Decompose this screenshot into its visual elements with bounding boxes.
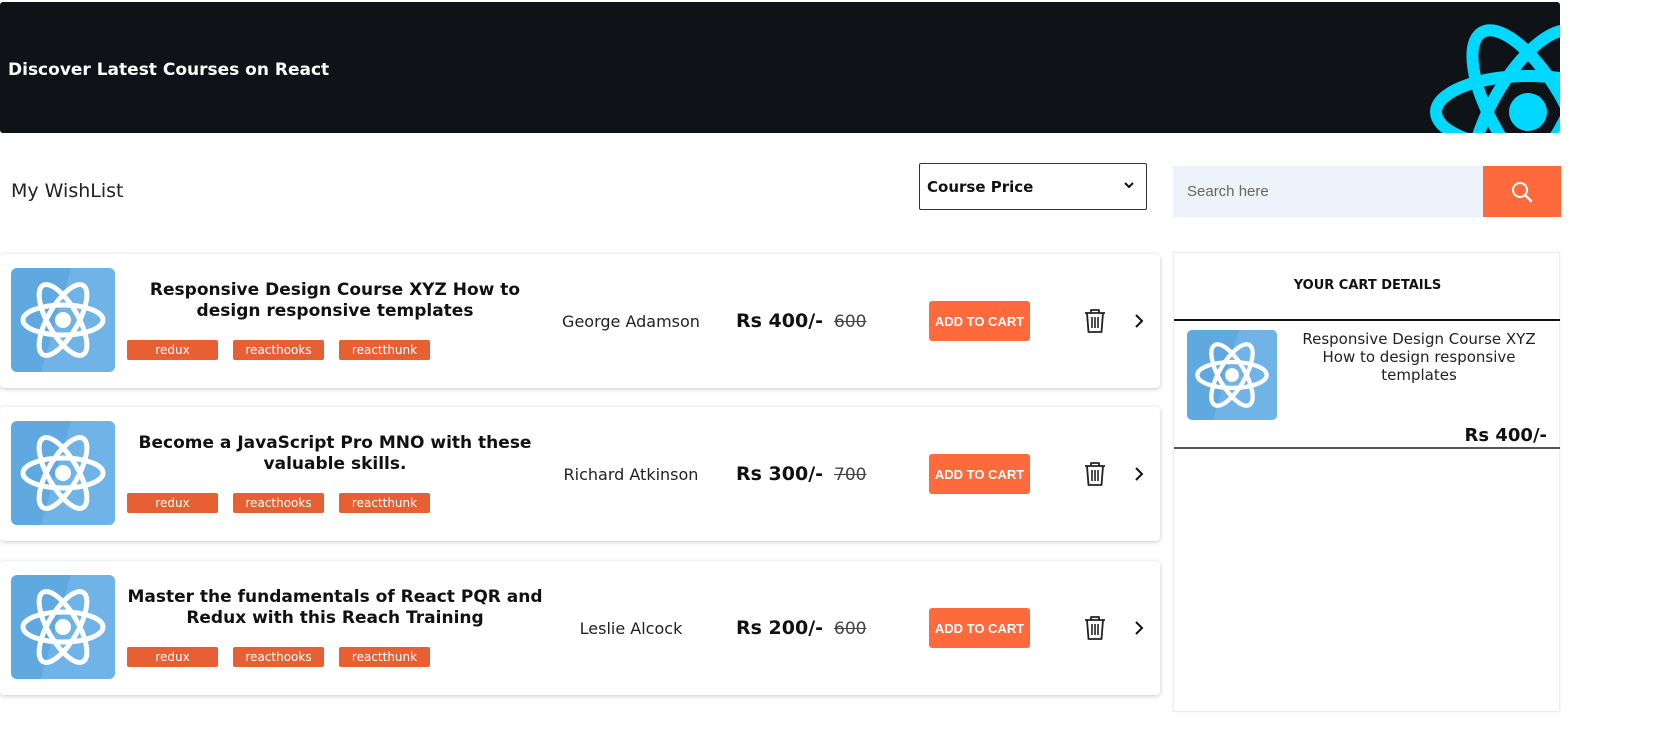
tag[interactable]: redux xyxy=(127,647,218,667)
cart-item-price: Rs 400/- xyxy=(1464,425,1547,446)
course-tags: redux reacthooks reactthunk xyxy=(127,493,430,513)
trash-icon[interactable] xyxy=(1083,308,1107,334)
course-author: Richard Atkinson xyxy=(563,465,699,484)
course-price: Rs 400/- xyxy=(736,310,824,332)
tag[interactable]: reactthunk xyxy=(339,340,430,360)
chevron-down-icon xyxy=(1124,182,1134,189)
course-old-price: 700 xyxy=(834,465,867,485)
course-thumbnail xyxy=(11,268,115,372)
course-title: Responsive Design Course XYZ How to desi… xyxy=(149,280,521,321)
tag[interactable]: redux xyxy=(127,493,218,513)
sort-select[interactable]: Course Price xyxy=(919,163,1147,210)
tag[interactable]: reactthunk xyxy=(339,647,430,667)
cart-item-title: Responsive Design Course XYZ How to desi… xyxy=(1302,330,1536,384)
course-author: George Adamson xyxy=(562,312,700,331)
tag[interactable]: redux xyxy=(127,340,218,360)
course-author: Leslie Alcock xyxy=(579,619,683,638)
search-input[interactable] xyxy=(1173,166,1483,217)
course-title: Become a JavaScript Pro MNO with these v… xyxy=(138,433,532,474)
course-title: Master the fundamentals of React PQR and… xyxy=(127,587,543,628)
tag[interactable]: reacthooks xyxy=(233,493,324,513)
chevron-right-icon[interactable] xyxy=(1132,620,1146,636)
trash-icon[interactable] xyxy=(1083,461,1107,487)
chevron-right-icon[interactable] xyxy=(1132,313,1146,329)
react-logo-icon xyxy=(1430,24,1560,133)
react-logo-icon xyxy=(20,575,115,679)
course-card: Master the fundamentals of React PQR and… xyxy=(0,561,1160,695)
search-bar xyxy=(1173,166,1561,217)
banner-title: Discover Latest Courses on React xyxy=(8,60,330,80)
course-thumbnail xyxy=(11,575,115,679)
add-to-cart-button[interactable]: ADD TO CART xyxy=(929,301,1030,341)
tag[interactable]: reacthooks xyxy=(233,647,324,667)
course-card: Become a JavaScript Pro MNO with these v… xyxy=(0,407,1160,541)
tag[interactable]: reactthunk xyxy=(339,493,430,513)
course-price: Rs 200/- xyxy=(736,617,824,639)
cart-heading: YOUR CART DETAILS xyxy=(1293,278,1442,293)
cart-item-divider xyxy=(1174,447,1560,449)
cart-divider xyxy=(1174,319,1560,321)
course-tags: redux reacthooks reactthunk xyxy=(127,647,430,667)
course-card: Responsive Design Course XYZ How to desi… xyxy=(0,254,1160,388)
chevron-right-icon[interactable] xyxy=(1132,466,1146,482)
react-logo-icon xyxy=(20,421,115,525)
course-old-price: 600 xyxy=(834,619,867,639)
add-to-cart-button[interactable]: ADD TO CART xyxy=(929,454,1030,494)
add-to-cart-button[interactable]: ADD TO CART xyxy=(929,608,1030,648)
tag[interactable]: reacthooks xyxy=(233,340,324,360)
course-tags: redux reacthooks reactthunk xyxy=(127,340,430,360)
trash-icon[interactable] xyxy=(1083,615,1107,641)
cart-panel: YOUR CART DETAILS Responsive Design Cour… xyxy=(1173,252,1560,712)
wishlist-title: My WishList xyxy=(11,180,124,202)
react-logo-icon xyxy=(1195,330,1277,420)
cart-item-thumbnail xyxy=(1187,330,1277,420)
search-icon xyxy=(1512,181,1533,202)
hero-banner: Discover Latest Courses on React xyxy=(0,2,1560,133)
course-old-price: 600 xyxy=(834,312,867,332)
course-price: Rs 300/- xyxy=(736,463,824,485)
react-logo-icon xyxy=(20,268,115,372)
course-thumbnail xyxy=(11,421,115,525)
sort-select-value: Course Price xyxy=(927,177,1034,196)
search-button[interactable] xyxy=(1483,166,1561,217)
